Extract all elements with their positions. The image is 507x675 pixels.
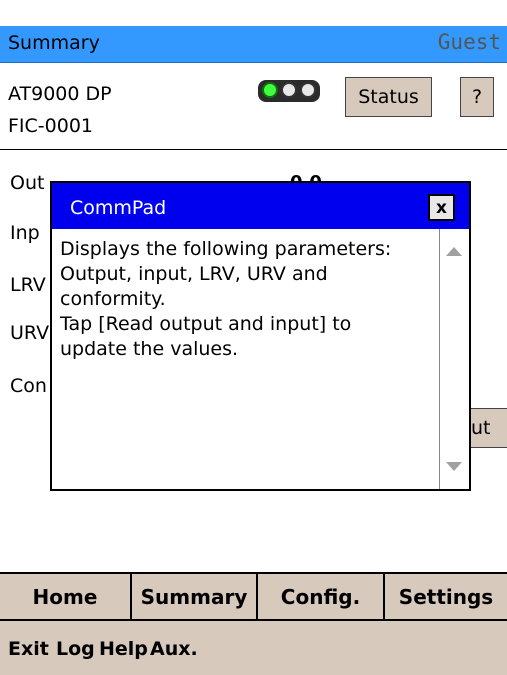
tab-summary[interactable]: Summary bbox=[132, 574, 258, 619]
dialog-text-line: Tap [Read output and input] to bbox=[60, 313, 352, 335]
help-button[interactable]: ? bbox=[460, 77, 494, 117]
menu-log[interactable]: Log bbox=[56, 638, 95, 660]
dialog-text-line: update the values. bbox=[60, 338, 239, 360]
output-label: Out bbox=[10, 172, 45, 194]
user-name: Guest bbox=[437, 30, 501, 54]
off-light-icon bbox=[281, 82, 297, 98]
status-button[interactable]: Status bbox=[345, 77, 432, 117]
off-light-icon bbox=[300, 82, 316, 98]
tab-config[interactable]: Config. bbox=[258, 574, 385, 619]
tab-settings[interactable]: Settings bbox=[385, 574, 507, 619]
dialog-text-line: Displays the following parameters: bbox=[60, 238, 392, 260]
device-panel: AT9000 DP FIC-0001 Status ? bbox=[0, 63, 507, 151]
commpad-dialog: CommPad x Displays the following paramet… bbox=[50, 181, 471, 491]
menu-bar: Exit Log Help Aux. bbox=[0, 621, 507, 675]
tab-bar: Home Summary Config. Settings bbox=[0, 572, 507, 621]
dialog-scrollbar[interactable] bbox=[439, 229, 469, 489]
conformity-label: Con bbox=[10, 375, 47, 397]
dialog-title: CommPad bbox=[70, 197, 167, 219]
dialog-body: Displays the following parameters: Outpu… bbox=[52, 229, 439, 489]
menu-aux[interactable]: Aux. bbox=[150, 638, 198, 660]
dialog-text-line: Output, input, LRV, URV and bbox=[60, 263, 328, 285]
page-title: Summary bbox=[8, 32, 100, 54]
device-model: AT9000 DP bbox=[8, 83, 112, 105]
title-bar: Summary Guest bbox=[0, 0, 507, 63]
dialog-caption: CommPad x bbox=[52, 183, 469, 229]
close-button[interactable]: x bbox=[428, 194, 455, 221]
menu-exit[interactable]: Exit bbox=[8, 638, 49, 660]
device-tag: FIC-0001 bbox=[8, 115, 94, 137]
dialog-text-line: conformity. bbox=[60, 288, 166, 310]
input-label: Inp bbox=[10, 222, 40, 244]
urv-label: URV bbox=[10, 322, 50, 344]
lrv-label: LRV bbox=[10, 274, 46, 296]
status-lights-icon bbox=[258, 80, 320, 102]
menu-help[interactable]: Help bbox=[99, 638, 148, 660]
green-light-icon bbox=[262, 82, 278, 98]
scroll-up-icon[interactable] bbox=[446, 247, 462, 256]
tab-home[interactable]: Home bbox=[0, 574, 132, 619]
scroll-down-icon[interactable] bbox=[446, 462, 462, 471]
